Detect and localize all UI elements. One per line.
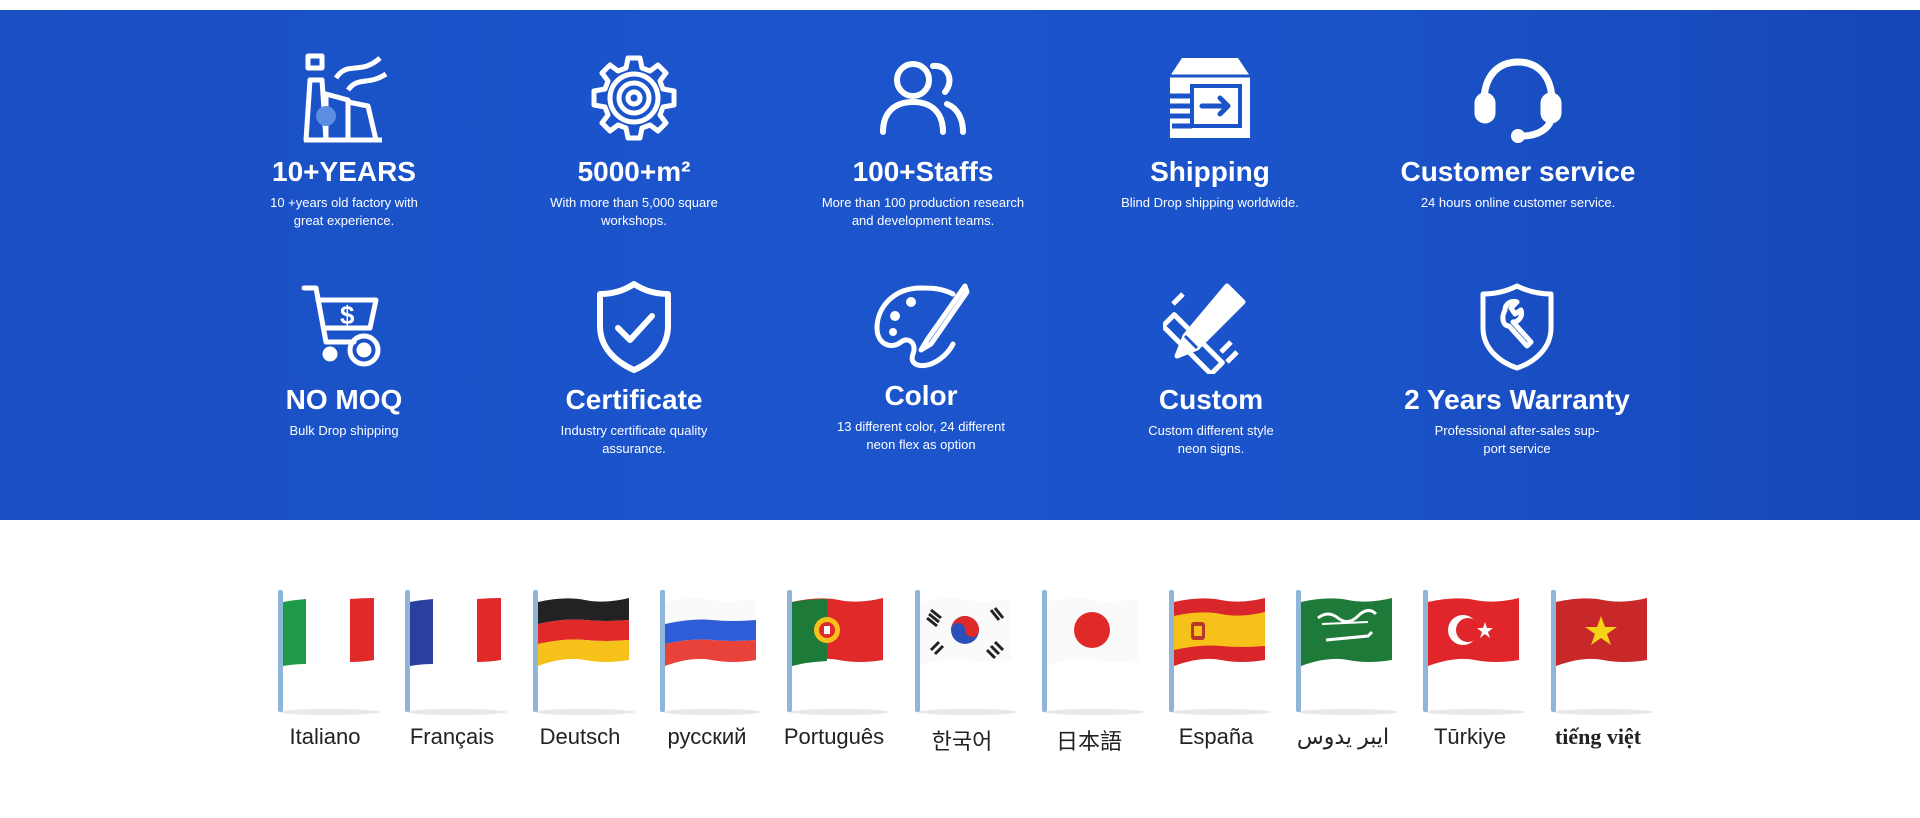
language-label: Deutsch (539, 724, 621, 749)
language-espana[interactable]: España (1156, 588, 1276, 750)
language-korean[interactable]: 한국어 (902, 588, 1022, 756)
language-deutsch[interactable]: Deutsch (520, 588, 640, 750)
feature-description: 10 +years old factory with great experie… (270, 195, 418, 228)
feature-description: With more than 5,000 square workshops. (550, 195, 718, 228)
feature-custom: Custom Custom different style neon signs… (1096, 276, 1326, 458)
language-francais[interactable]: Français (392, 588, 512, 750)
language-portugues[interactable]: Português (774, 588, 894, 750)
portugal-flag-icon (787, 590, 889, 715)
gear-icon (584, 48, 684, 148)
feature-shipping: Shipping Blind Drop shipping worldwide. (1095, 48, 1325, 212)
feature-title: Color (884, 380, 958, 411)
feature-title: 2 Years Warranty (1404, 384, 1630, 415)
feature-title: Custom (1158, 384, 1264, 415)
features-panel: 10+YEARS 10 +years old factory with grea… (0, 10, 1920, 520)
germany-flag-icon (533, 590, 635, 715)
pencil-ruler-icon (1161, 276, 1261, 376)
language-italiano[interactable]: Italiano (265, 588, 385, 750)
feature-description: Custom different style neon signs. (1148, 423, 1274, 456)
language-label: Tūrkiye (1433, 724, 1507, 749)
feature-staffs: 100+Staffs More than 100 production rese… (808, 48, 1038, 230)
language-arabic[interactable]: ايبر يدوس (1283, 588, 1403, 750)
language-label: tiếng việt (1554, 724, 1642, 749)
language-label: 日本語 (1055, 729, 1122, 754)
feature-description: 24 hours online customer service. (1420, 195, 1616, 210)
factory-icon (294, 48, 394, 148)
feature-description: 13 different color, 24 different neon fl… (837, 419, 1005, 452)
russia-flag-icon (660, 590, 762, 715)
svg-text:$: $ (340, 300, 355, 330)
language-label: ايبر يدوس (1296, 724, 1390, 749)
language-label: España (1178, 724, 1254, 749)
palette-icon (871, 276, 971, 376)
language-russian[interactable]: русский (647, 588, 767, 750)
shield-wrench-icon (1467, 276, 1567, 376)
language-label: Italiano (289, 724, 361, 749)
feature-title: Shipping (1150, 156, 1270, 187)
spain-flag-icon (1169, 590, 1271, 715)
feature-workshop: 5000+m² With more than 5,000 square work… (519, 48, 749, 230)
feature-title: 100+Staffs (852, 156, 994, 187)
feature-description: Bulk Drop shipping (289, 423, 399, 438)
language-label: Français (409, 724, 495, 749)
users-icon (873, 48, 973, 148)
feature-title: NO MOQ (285, 384, 403, 415)
italy-flag-icon (278, 590, 380, 715)
language-label: 한국어 (931, 729, 993, 754)
feature-title: Customer service (1400, 156, 1636, 187)
feature-years: 10+YEARS 10 +years old factory with grea… (229, 48, 459, 230)
turkey-flag-icon (1423, 590, 1525, 715)
shipping-box-icon (1160, 48, 1260, 148)
feature-customer-service: Customer service 24 hours online custome… (1400, 48, 1636, 212)
language-turkiye[interactable]: Tūrkiye (1410, 588, 1530, 750)
saudi-arabia-flag-icon (1296, 590, 1398, 715)
japan-flag-icon (1042, 590, 1144, 715)
feature-title: Certificate (565, 384, 703, 415)
feature-description: Industry certificate quality assurance. (560, 423, 708, 456)
language-vietnamese[interactable]: tiếng việt (1538, 588, 1658, 750)
feature-description: Blind Drop shipping worldwide. (1121, 195, 1299, 210)
language-label: русский (667, 724, 747, 749)
korea-flag-icon (915, 590, 1017, 715)
feature-description: More than 100 production research and de… (821, 195, 1025, 228)
feature-description: Professional after-sales sup- port servi… (1434, 423, 1600, 456)
feature-no-moq: $ NO MOQ Bulk Drop shipping (229, 276, 459, 440)
feature-title: 10+YEARS (272, 156, 416, 187)
shield-check-icon (584, 276, 684, 376)
feature-color: Color 13 different color, 24 different n… (806, 276, 1036, 454)
language-label: Português (783, 724, 885, 749)
headset-icon (1468, 48, 1568, 148)
feature-title: 5000+m² (577, 156, 691, 187)
feature-warranty: 2 Years Warranty Professional after-sale… (1402, 276, 1632, 458)
language-japanese[interactable]: 日本語 (1029, 588, 1149, 756)
feature-certificate: Certificate Industry certificate quality… (519, 276, 749, 458)
france-flag-icon (405, 590, 507, 715)
vietnam-flag-icon (1551, 590, 1653, 715)
cart-dollar-icon: $ (294, 276, 394, 376)
